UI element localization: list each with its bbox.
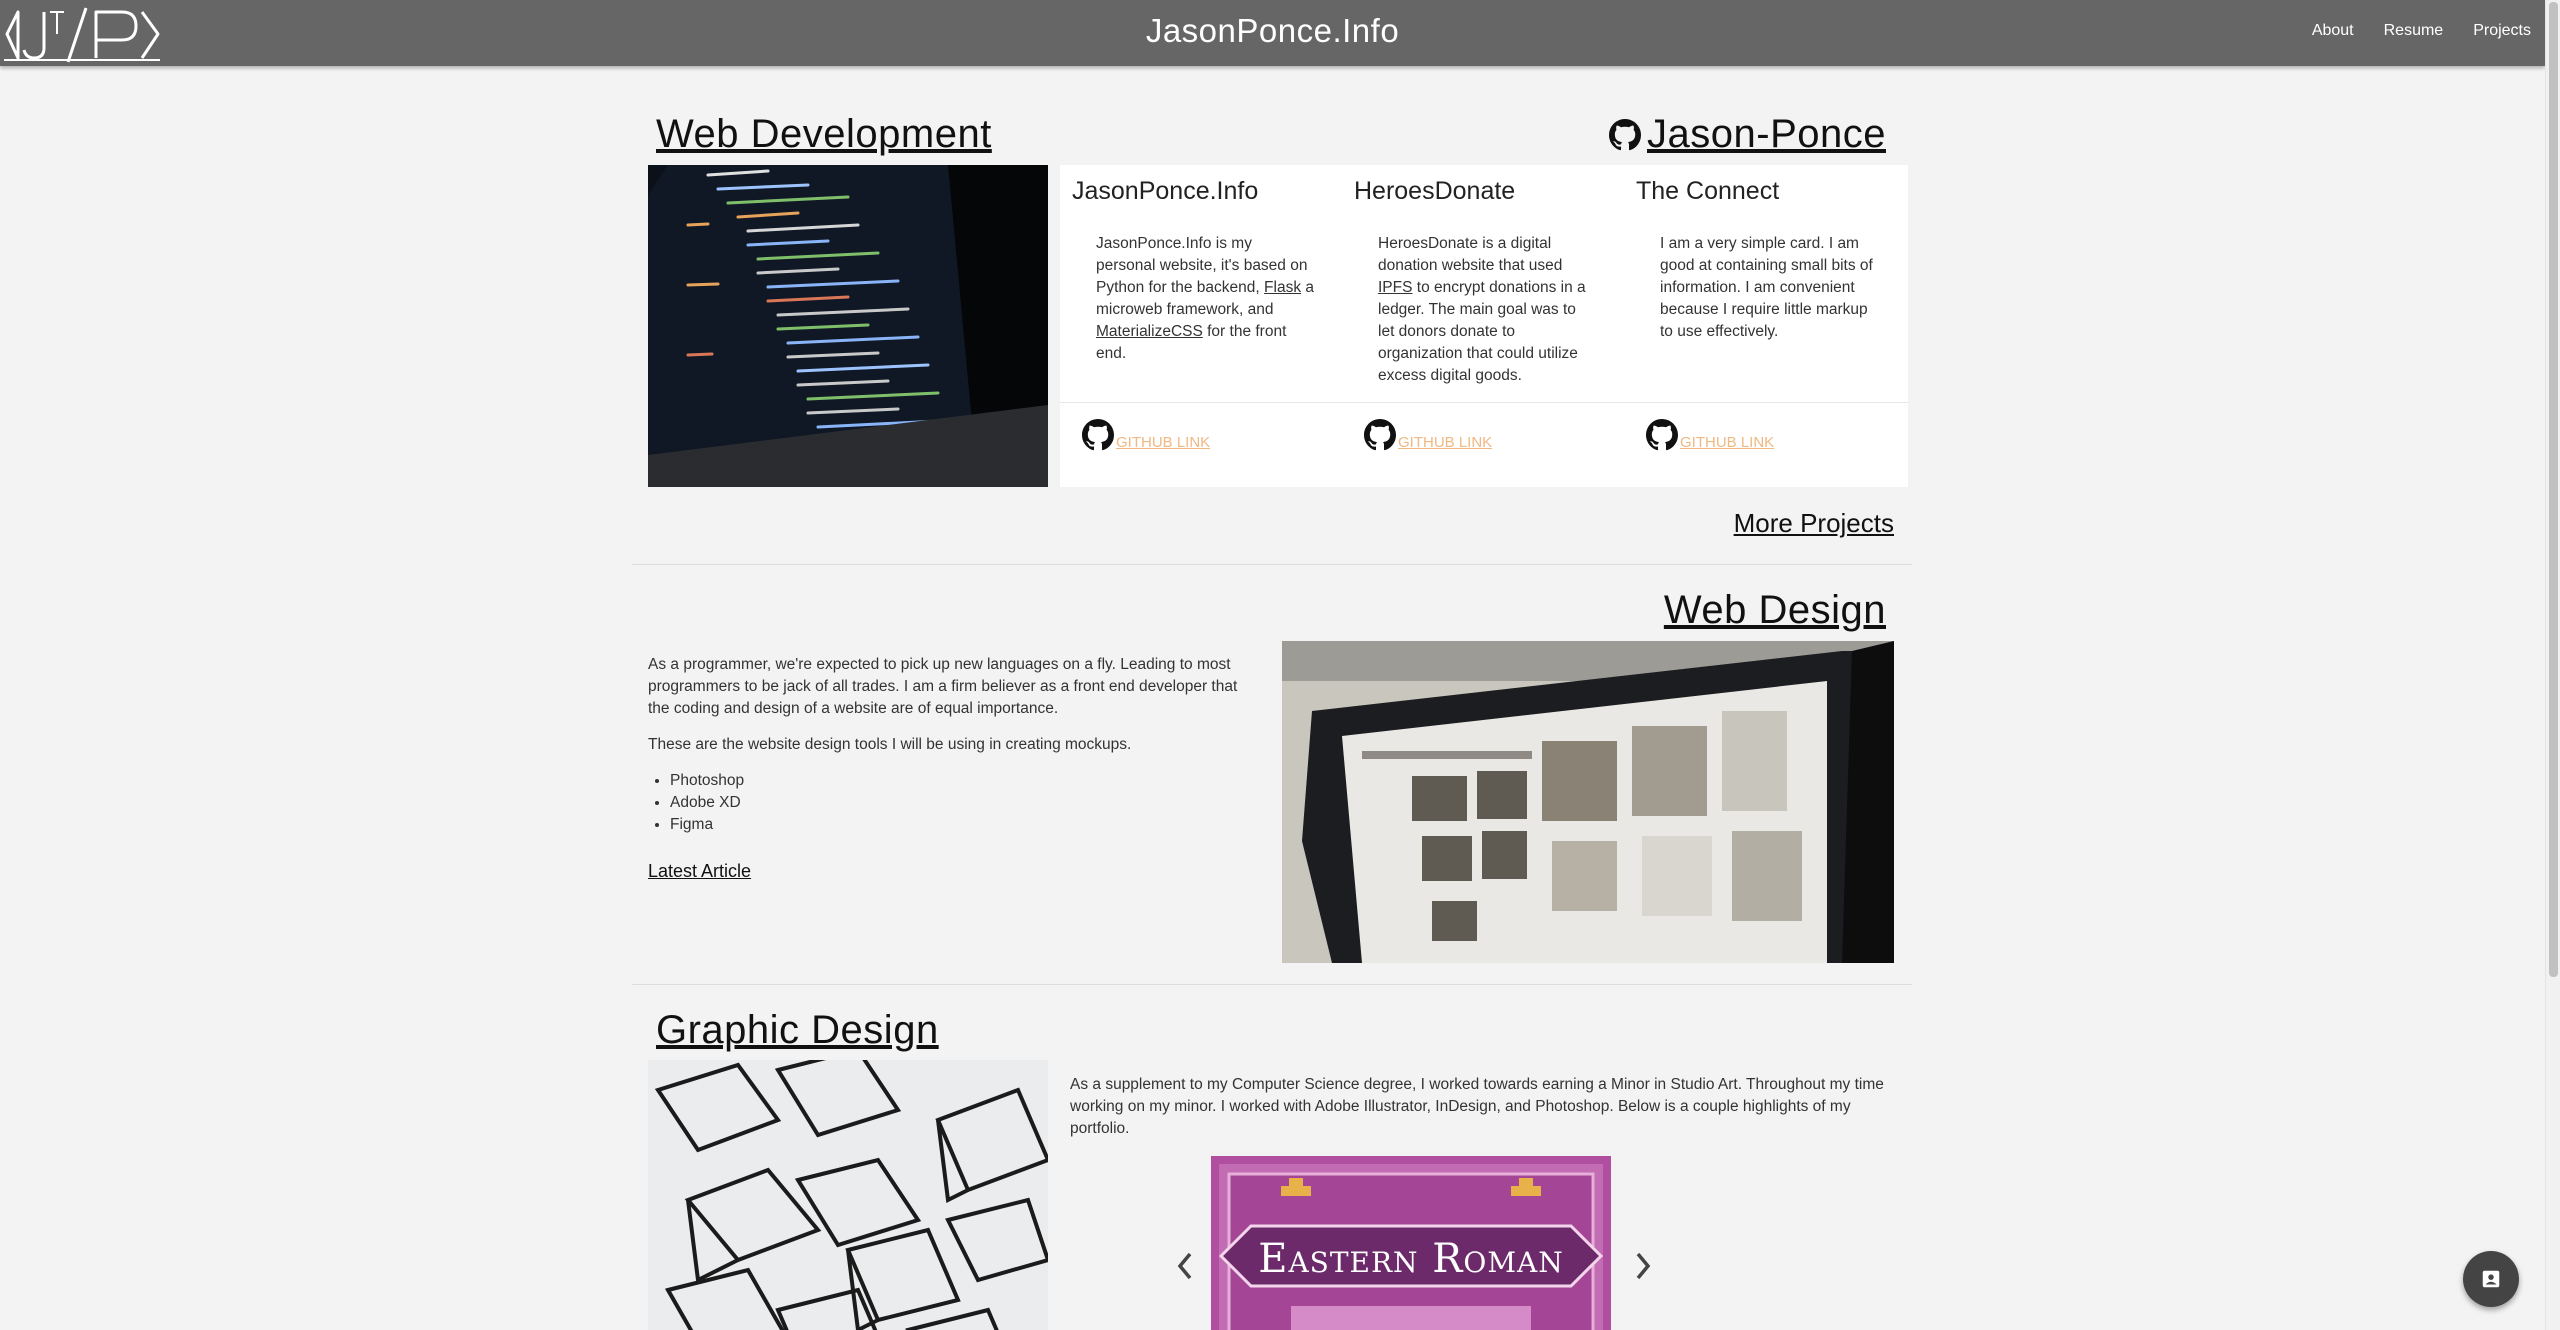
scrollbar-thumb[interactable] <box>2549 2 2558 977</box>
card-body: I am a very simple card. I am good at co… <box>1660 233 1878 343</box>
github-profile-link[interactable]: Jason-Ponce <box>1609 112 1886 157</box>
github-icon <box>1609 118 1642 150</box>
web-design-heading[interactable]: Web Design <box>1664 588 1886 633</box>
web-development-heading[interactable]: Web Development <box>656 112 992 157</box>
chevron-right-icon[interactable] <box>1632 1246 1656 1286</box>
nav-links: About Resume Projects <box>2312 22 2531 40</box>
github-link-label[interactable]: GITHUB LINK <box>1398 434 1492 451</box>
project-card-jasonponce: JasonPonce.Info JasonPonce.Info is my pe… <box>1060 165 1342 487</box>
github-icon <box>1082 419 1114 451</box>
nav-link-resume[interactable]: Resume <box>2384 22 2444 40</box>
card-text: I am a very simple card. I am good at co… <box>1660 235 1873 340</box>
section-divider <box>632 984 1912 985</box>
chevron-left-icon[interactable] <box>1172 1246 1196 1286</box>
nav-link-projects[interactable]: Projects <box>2473 22 2531 40</box>
list-item: Figma <box>670 814 1248 836</box>
github-link[interactable]: GITHUB LINK <box>1082 419 1210 451</box>
site-title[interactable]: JasonPonce.Info <box>0 12 2545 50</box>
card-divider <box>1060 402 1908 403</box>
contact-card-button[interactable] <box>2463 1251 2519 1307</box>
ipfs-link[interactable]: IPFS <box>1378 279 1412 296</box>
design-tools-list: Photoshop Adobe XD Figma <box>670 770 1248 836</box>
web-design-paragraph: These are the website design tools I wil… <box>648 736 1132 753</box>
navbar: JasonPonce.Info About Resume Projects <box>0 0 2545 66</box>
wireframe-cubes-photo <box>648 1060 1048 1330</box>
github-link[interactable]: GITHUB LINK <box>1646 419 1774 451</box>
code-laptop-photo <box>648 165 1048 487</box>
project-card-theconnect: The Connect I am a very simple card. I a… <box>1624 165 1906 487</box>
list-item: Photoshop <box>670 770 1248 792</box>
portfolio-poster: Eastern Roman <box>1211 1156 1611 1330</box>
poster-title: Eastern Roman <box>1258 1236 1564 1282</box>
contact-card-icon <box>2482 1270 2500 1288</box>
web-design-paragraph: As a programmer, we're expected to pick … <box>648 656 1238 717</box>
flask-link[interactable]: Flask <box>1264 279 1301 296</box>
monitor-design-photo <box>1282 641 1894 963</box>
vertical-scrollbar[interactable] <box>2545 0 2560 1330</box>
graphic-design-paragraph: As a supplement to my Computer Science d… <box>1070 1076 1884 1137</box>
latest-article-link[interactable]: Latest Article <box>648 861 751 881</box>
list-item: Adobe XD <box>670 792 1248 814</box>
github-link-label[interactable]: GITHUB LINK <box>1680 434 1774 451</box>
github-icon <box>1364 419 1396 451</box>
card-title: JasonPonce.Info <box>1072 177 1259 205</box>
card-title: HeroesDonate <box>1354 177 1516 205</box>
section-divider <box>632 564 1912 565</box>
materializecss-link[interactable]: MaterializeCSS <box>1096 323 1203 340</box>
more-projects-link[interactable]: More Projects <box>1734 508 1894 539</box>
card-title: The Connect <box>1636 177 1780 205</box>
card-text: HeroesDonate is a digital donation websi… <box>1378 235 1563 274</box>
graphic-design-heading[interactable]: Graphic Design <box>656 1008 939 1053</box>
github-link[interactable]: GITHUB LINK <box>1364 419 1492 451</box>
nav-link-about[interactable]: About <box>2312 22 2354 40</box>
card-body: HeroesDonate is a digital donation websi… <box>1378 233 1596 387</box>
github-link-label[interactable]: GITHUB LINK <box>1116 434 1210 451</box>
project-cards: JasonPonce.Info JasonPonce.Info is my pe… <box>1060 165 1908 487</box>
github-icon <box>1646 419 1678 451</box>
project-card-heroesdonate: HeroesDonate HeroesDonate is a digital d… <box>1342 165 1624 487</box>
card-body: JasonPonce.Info is my personal website, … <box>1096 233 1314 365</box>
github-username: Jason-Ponce <box>1647 112 1886 156</box>
web-design-text: As a programmer, we're expected to pick … <box>648 654 1248 884</box>
